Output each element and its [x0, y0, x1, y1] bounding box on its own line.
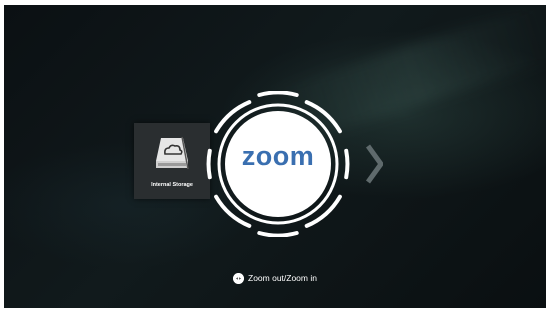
zoom-label: zoom	[241, 141, 315, 171]
internal-storage-tile[interactable]: Internal Storage	[134, 123, 210, 199]
viewer-screen: Internal Storage zoom Zoom out/Zoom in	[4, 5, 546, 308]
storage-drive-cloud-icon	[156, 136, 189, 170]
storage-label: Internal Storage	[151, 182, 193, 188]
zoom-hint: Zoom out/Zoom in	[233, 272, 317, 284]
hint-text: Zoom out/Zoom in	[248, 273, 317, 283]
chevron-right-icon[interactable]	[365, 144, 383, 184]
remote-dpad-icon	[233, 272, 244, 284]
